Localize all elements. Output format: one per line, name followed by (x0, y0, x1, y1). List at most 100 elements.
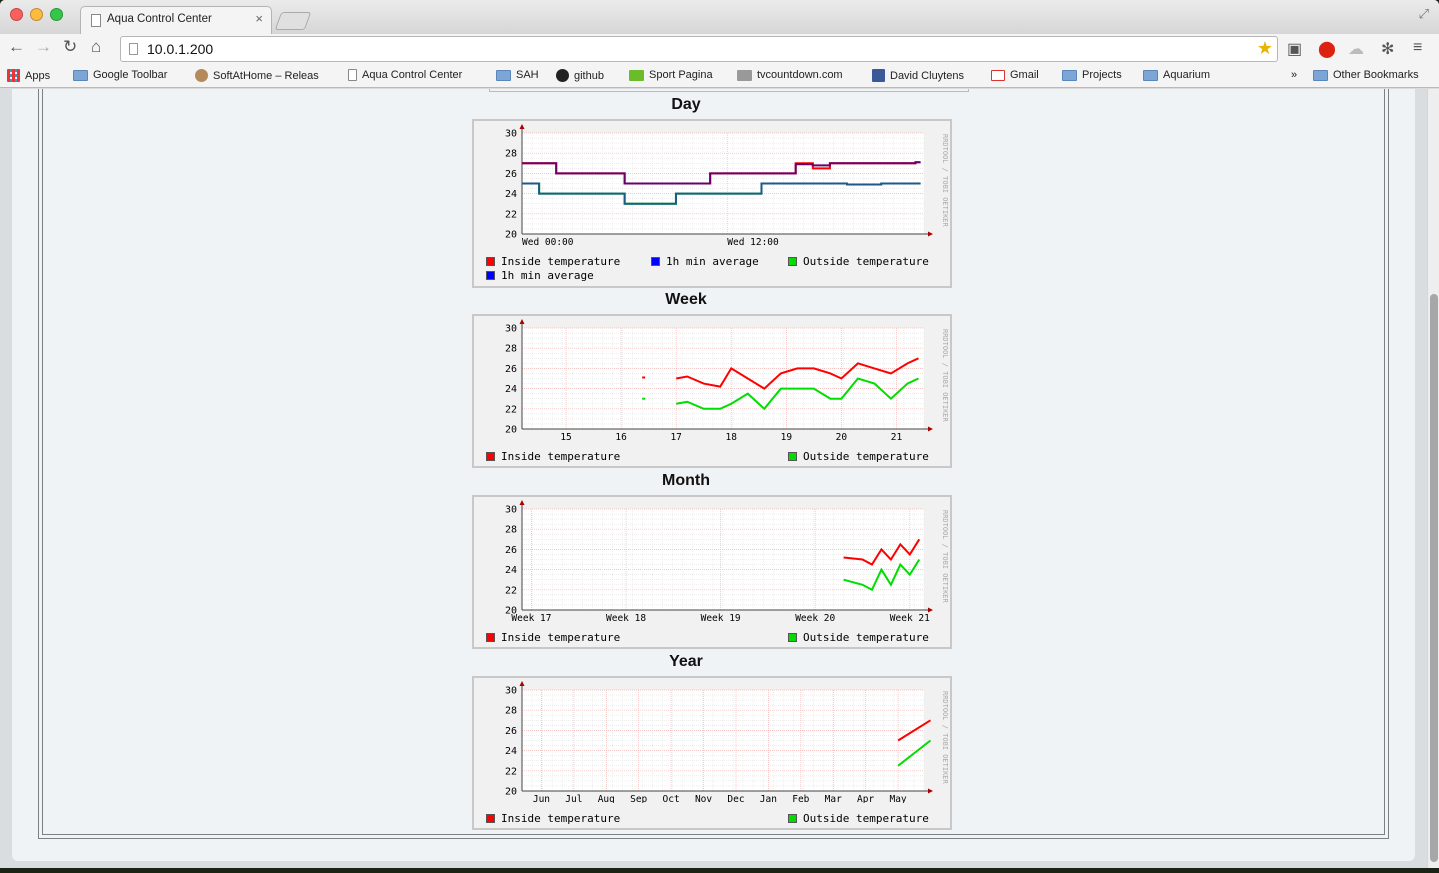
x-tick-label: 18 (726, 432, 738, 441)
y-axis-arrow (519, 681, 525, 686)
legend-label: 1h min average (666, 255, 759, 268)
y-tick-label: 26 (505, 169, 517, 180)
zoom-window-button[interactable] (50, 8, 63, 21)
bookmark-apps[interactable]: Apps (7, 69, 50, 82)
y-axis-arrow (519, 319, 525, 324)
bookmark-softathome[interactable]: SoftAtHome – Releas (195, 69, 319, 82)
legend-inside-average: 1h min average (651, 255, 759, 268)
y-axis-arrow (519, 124, 525, 129)
forward-icon[interactable]: → (35, 37, 52, 57)
bookmark-sport-pagina[interactable]: Sport Pagina (629, 69, 713, 81)
y-tick-label: 24 (505, 189, 517, 200)
url-text[interactable]: 10.0.1.200 (147, 41, 213, 57)
legend-swatch (486, 814, 495, 823)
tab-title: Aqua Control Center (107, 13, 212, 25)
x-tick-label: Wed 12:00 (727, 237, 779, 246)
data-point (642, 397, 646, 400)
cloud-icon[interactable]: ☁ (1348, 39, 1364, 59)
bookmarks-bar: Apps Google Toolbar SoftAtHome – Releas … (0, 64, 1439, 88)
legend-label: Inside temperature (501, 812, 621, 825)
bookmark-google-toolbar[interactable]: Google Toolbar (73, 69, 167, 81)
y-tick-label: 20 (505, 230, 517, 241)
bookmark-projects[interactable]: Projects (1062, 69, 1122, 81)
extension-icon[interactable]: ▣ (1287, 39, 1302, 59)
legend-swatch (486, 452, 495, 461)
address-bar[interactable]: 10.0.1.200 ★ (120, 36, 1278, 62)
y-tick-label: 22 (505, 404, 517, 415)
browser-toolbar: ← → ↻ ⌂ 10.0.1.200 ★ ▣ ⬤ ☁ ✻ ≡ (0, 34, 1439, 64)
legend-swatch (486, 257, 495, 266)
home-icon[interactable]: ⌂ (91, 37, 101, 57)
section-title-month: Month (662, 472, 710, 489)
legend-inside-temperature: Inside temperature (486, 255, 620, 268)
legend-swatch (651, 257, 660, 266)
x-tick-label: May (889, 794, 906, 803)
scrollbar-thumb[interactable] (1430, 294, 1438, 862)
legend-label: Inside temperature (501, 450, 621, 463)
bookmark-sah[interactable]: SAH (496, 69, 539, 81)
x-tick-label: Jul (565, 794, 582, 803)
bookmark-other-bookmarks[interactable]: Other Bookmarks (1313, 69, 1419, 81)
y-tick-label: 28 (505, 344, 517, 355)
bookmark-star-icon[interactable]: ★ (1257, 38, 1273, 59)
rrdtool-credit-label: RRDTOOL / TOBI OETIKER (941, 509, 949, 603)
y-tick-label: 30 (505, 324, 517, 335)
legend-outside-temperature: Outside temperature (788, 255, 929, 268)
legend-outside-temperature: Outside temperature (788, 450, 929, 463)
page-icon (91, 14, 101, 27)
x-tick-label: Apr (857, 794, 874, 803)
legend-inside-temperature: Inside temperature (486, 631, 620, 644)
avatar-icon (195, 69, 208, 82)
rrdtool-credit-label: RRDTOOL / TOBI OETIKER (941, 133, 949, 227)
bookmark-aquarium[interactable]: Aquarium (1143, 69, 1210, 81)
section-title-week: Week (665, 291, 707, 308)
legend-outside-average: 1h min average (486, 269, 594, 282)
graph-panel-week: 30 28 26 24 22 20 15 16 17 18 19 20 21 RRDTOOL / TOBI… (472, 314, 952, 468)
bookmark-david-cluytens[interactable]: David Cluytens (872, 69, 964, 82)
bookmarks-overflow-button[interactable]: » (1291, 69, 1297, 81)
x-tick-label: 17 (670, 432, 681, 441)
vertical-scrollbar[interactable] (1427, 89, 1439, 868)
new-tab-button[interactable] (274, 12, 312, 30)
x-tick-label: Week 19 (701, 613, 741, 622)
legend-outside-temperature: Outside temperature (788, 631, 929, 644)
legend-swatch (788, 257, 797, 266)
x-tick-label: Sep (630, 794, 647, 803)
browser-tab[interactable]: Aqua Control Center × (80, 6, 272, 34)
tv-icon (737, 69, 752, 81)
y-tick-label: 26 (505, 726, 517, 737)
legend-label: 1h min average (501, 269, 594, 282)
menu-icon[interactable]: ≡ (1413, 39, 1422, 57)
bookmark-tvcountdown[interactable]: tvcountdown.com (737, 69, 843, 81)
adblock-icon[interactable]: ⬤ (1318, 39, 1336, 59)
x-axis-arrow (928, 788, 933, 794)
x-tick-label: Wed 00:00 (522, 237, 574, 246)
minimize-window-button[interactable] (30, 8, 43, 21)
x-axis-arrow (928, 426, 933, 432)
x-tick-label: Jan (760, 794, 777, 803)
y-axis-arrow (519, 500, 525, 505)
close-window-button[interactable] (10, 8, 23, 21)
y-tick-label: 22 (505, 766, 517, 777)
x-axis-arrow (928, 231, 933, 237)
back-icon[interactable]: ← (8, 37, 25, 57)
reload-icon[interactable]: ↻ (63, 37, 77, 57)
bookmark-gmail[interactable]: Gmail (991, 69, 1039, 81)
graph-month: 302826242220Week 17 Week 18 Week 19 Week 20… (505, 500, 933, 622)
bookmark-aqua-control-center[interactable]: Aqua Control Center (348, 69, 462, 81)
x-tick-label: Dec (727, 794, 744, 803)
graph-panel-year: 30 28 26 24 22 20 Jun Jul Aug Sep Oct Nov Dec Jan Feb M… (472, 676, 952, 830)
tab-close-icon[interactable]: × (255, 11, 263, 26)
tools-icon[interactable]: ✻ (1381, 39, 1394, 59)
title-bar: Aqua Control Center × ⤢ (0, 0, 1439, 34)
x-tick-label: Feb (792, 794, 809, 803)
legend-inside-temperature: Inside temperature (486, 812, 620, 825)
y-tick-label: 24 (505, 565, 517, 576)
y-tick-label: 30 (505, 686, 517, 697)
legend-swatch (788, 452, 797, 461)
y-tick-label: 26 (505, 545, 517, 556)
fullscreen-icon[interactable]: ⤢ (1419, 6, 1429, 22)
rrdtool-credit-label: RRDTOOL / TOBI OETIKER (941, 328, 949, 422)
folder-icon (1313, 69, 1328, 81)
bookmark-github[interactable]: github (556, 69, 604, 82)
